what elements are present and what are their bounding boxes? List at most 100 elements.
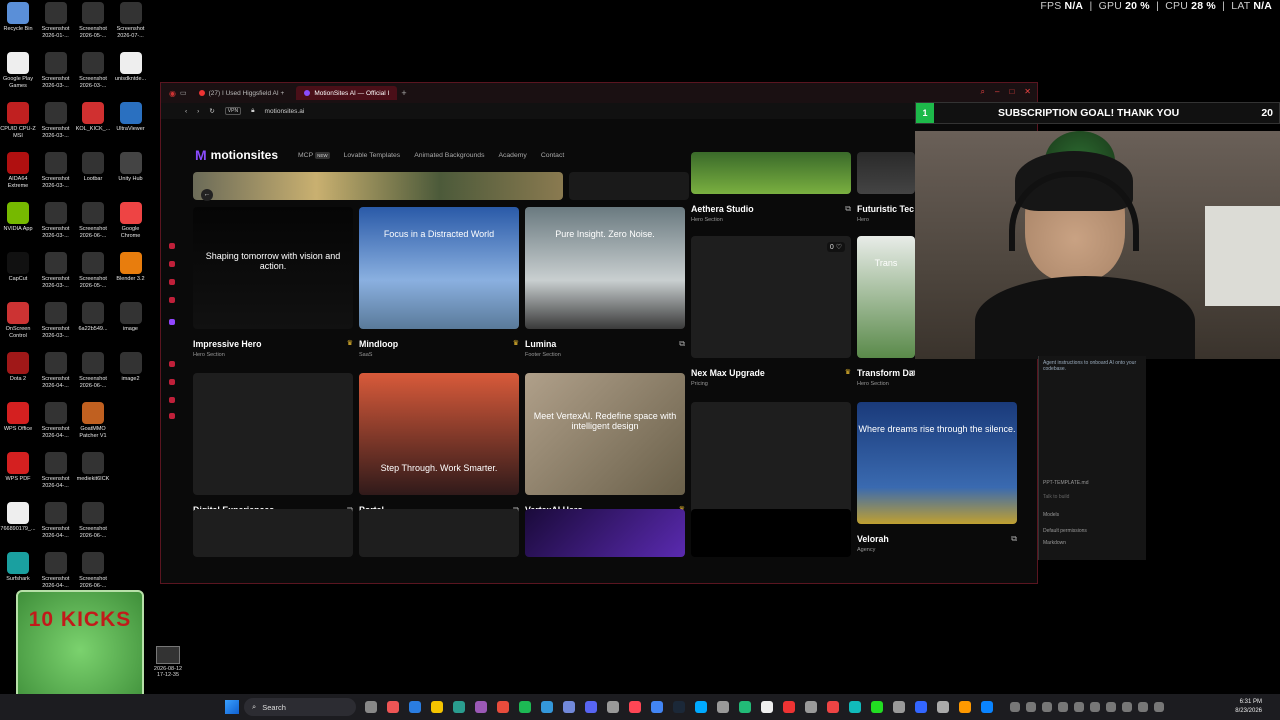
desktop-icon[interactable]: Screenshot 2026-05-... <box>75 2 111 39</box>
taskbar-app-icon[interactable] <box>673 701 685 713</box>
copy-icon[interactable]: ⧉ <box>845 204 851 214</box>
desktop-icon[interactable]: GoatMMO Patcher V1 <box>75 402 111 439</box>
card-thumbnail[interactable]: Where dreams rise through the silence. <box>857 402 1017 524</box>
taskbar-app-icon[interactable] <box>981 701 993 713</box>
desktop-icon[interactable]: Screenshot 2026-04-... <box>38 452 74 489</box>
desktop-icon[interactable]: Lootbar <box>75 152 111 183</box>
desktop-icon[interactable]: Unity Hub <box>113 152 149 183</box>
template-card[interactable]: Step Through. Work Smarter.Portal⧉Hero S… <box>359 373 519 524</box>
desktop-icon[interactable]: Screenshot 2026-04-... <box>38 352 74 389</box>
twitch-icon[interactable] <box>169 319 175 325</box>
desktop-icon[interactable]: unisdkntde... <box>113 52 149 83</box>
card-thumbnail[interactable] <box>525 509 685 557</box>
desktop-icon[interactable]: Screenshot 2026-03-... <box>75 52 111 89</box>
taskbar-app-icon[interactable] <box>651 701 663 713</box>
desktop-icon[interactable]: Screenshot 2026-07-... <box>113 2 149 39</box>
nav-mcp[interactable]: MCP NEW <box>298 151 330 159</box>
copy-icon[interactable]: ⧉ <box>679 339 685 349</box>
back-arrow-button[interactable]: ← <box>201 189 213 201</box>
card-thumbnail[interactable] <box>193 373 353 495</box>
tray-icon[interactable] <box>1154 702 1164 712</box>
desktop-icon[interactable]: image2 <box>113 352 149 383</box>
tray-icon[interactable] <box>1026 702 1036 712</box>
template-card[interactable]: Pure Insight. Zero Noise. Lumina ⧉ Footer S… <box>525 207 685 358</box>
desktop-icon[interactable]: NVIDIA App <box>0 202 36 233</box>
taskbar-app-icon[interactable] <box>365 701 377 713</box>
close-icon[interactable]: ✕ <box>1024 87 1031 97</box>
language-mode[interactable]: Markdown <box>1043 540 1142 546</box>
desktop-icon[interactable]: Screenshot 2026-01-... <box>38 2 74 39</box>
taskbar-app-icon[interactable] <box>541 701 553 713</box>
template-card[interactable]: Focus in a Distracted World Mindloop ♛ SaaS <box>359 207 519 358</box>
desktop-icon[interactable]: Blender 3.2 <box>113 252 149 283</box>
tray-icon[interactable] <box>1106 702 1116 712</box>
desktop-icon[interactable]: Screenshot 2026-05-... <box>75 252 111 289</box>
taskbar-app-icon[interactable] <box>827 701 839 713</box>
tab-list-icon[interactable]: ▭ <box>180 89 187 97</box>
copy-icon[interactable]: ⧉ <box>909 368 915 378</box>
desktop-icon[interactable]: Screenshot 2026-04-... <box>38 552 74 589</box>
tray-icon[interactable] <box>1042 702 1052 712</box>
card-thumbnail[interactable] <box>857 152 915 194</box>
desktop-icon[interactable]: Screenshot 2026-04-... <box>38 502 74 539</box>
desktop-icon[interactable]: Surfshark <box>0 552 36 583</box>
tray-icon[interactable] <box>1074 702 1084 712</box>
desktop-icon[interactable]: 766890179_... <box>0 502 36 533</box>
desktop-icon[interactable]: Screenshot 2026-06-... <box>75 552 111 589</box>
template-card[interactable]: Where dreams rise through the silence. Ve… <box>857 402 1017 553</box>
start-icon[interactable] <box>225 700 239 714</box>
taskbar-app-icon[interactable] <box>959 701 971 713</box>
forward-icon[interactable]: › <box>197 108 199 115</box>
nav-contact[interactable]: Contact <box>541 152 564 159</box>
desktop-icon[interactable]: Screenshot 2026-03-... <box>38 252 74 289</box>
taskbar-app-icon[interactable] <box>475 701 487 713</box>
desktop-icon[interactable]: Screenshot 2026-06-... <box>75 202 111 239</box>
vpn-badge[interactable]: VPN <box>224 107 242 115</box>
card-thumbnail[interactable] <box>193 509 353 557</box>
desktop-icon[interactable]: Screenshot 2026-04-... <box>38 402 74 439</box>
taskbar-app-icon[interactable] <box>849 701 861 713</box>
desktop-icon[interactable]: mediekit6ICK <box>75 452 111 483</box>
desktop-icon[interactable]: UltraViewer <box>113 102 149 133</box>
new-tab-icon[interactable]: + <box>401 88 406 98</box>
settings-icon[interactable] <box>169 413 175 419</box>
desktop-icon[interactable]: OnScreen Control <box>0 302 36 339</box>
desktop-icon[interactable]: WPS Office <box>0 402 36 433</box>
tray-icon[interactable] <box>1090 702 1100 712</box>
desktop-icon[interactable]: image <box>113 302 149 333</box>
desktop-icon[interactable]: Screenshot 2026-06-... <box>75 352 111 389</box>
taskbar-app-icon[interactable] <box>739 701 751 713</box>
desktop-icon[interactable]: KOL_KICK_... <box>75 102 111 133</box>
permissions-selector[interactable]: Default permissions <box>1043 528 1142 534</box>
template-card[interactable]: Trans Transform Data⧉ Hero Section <box>857 236 915 387</box>
like-button[interactable]: 0 ♡ <box>826 242 845 252</box>
desktop-icon[interactable]: Screenshot 2026-03-... <box>38 152 74 189</box>
template-card[interactable]: Digital Experiences⧉Landing Page <box>193 373 353 524</box>
card-thumbnail[interactable]: Meet VertexAI. Redefine space with intel… <box>525 373 685 495</box>
desktop-icon[interactable]: Dota 2 <box>0 352 36 383</box>
card-thumbnail[interactable]: Trans <box>857 236 915 358</box>
models-selector[interactable]: Models <box>1043 512 1142 518</box>
taskbar-app-icon[interactable] <box>585 701 597 713</box>
desktop-icon[interactable]: Google Play Games <box>0 52 36 89</box>
taskbar-app-icon[interactable] <box>607 701 619 713</box>
template-card[interactable]: Aethera Studio ⧉ Hero Section <box>691 152 851 223</box>
sidebar-icon[interactable] <box>169 361 175 367</box>
card-thumbnail[interactable]: Pure Insight. Zero Noise. <box>525 207 685 329</box>
taskbar-app-icon[interactable] <box>695 701 707 713</box>
card-thumbnail[interactable] <box>691 509 851 557</box>
taskbar-app-icon[interactable] <box>893 701 905 713</box>
taskbar-app-icon[interactable] <box>629 701 641 713</box>
desktop-icon[interactable]: Screenshot 2026-03-... <box>38 302 74 339</box>
taskbar-app-icon[interactable] <box>717 701 729 713</box>
tray-icon[interactable] <box>1058 702 1068 712</box>
sidebar-icon[interactable] <box>169 243 175 249</box>
reload-icon[interactable]: ↻ <box>209 107 214 115</box>
tab-motionsites[interactable]: MotionSites AI — Official I <box>296 86 398 100</box>
minimize-icon[interactable]: – <box>995 87 999 97</box>
template-card[interactable]: Futuristic Tec Hero <box>857 152 915 223</box>
sidebar-icon[interactable] <box>169 379 175 385</box>
sidebar-icon[interactable] <box>169 279 175 285</box>
desktop-icon[interactable]: Screenshot 2026-06-... <box>75 502 111 539</box>
back-icon[interactable]: ‹ <box>185 108 187 115</box>
